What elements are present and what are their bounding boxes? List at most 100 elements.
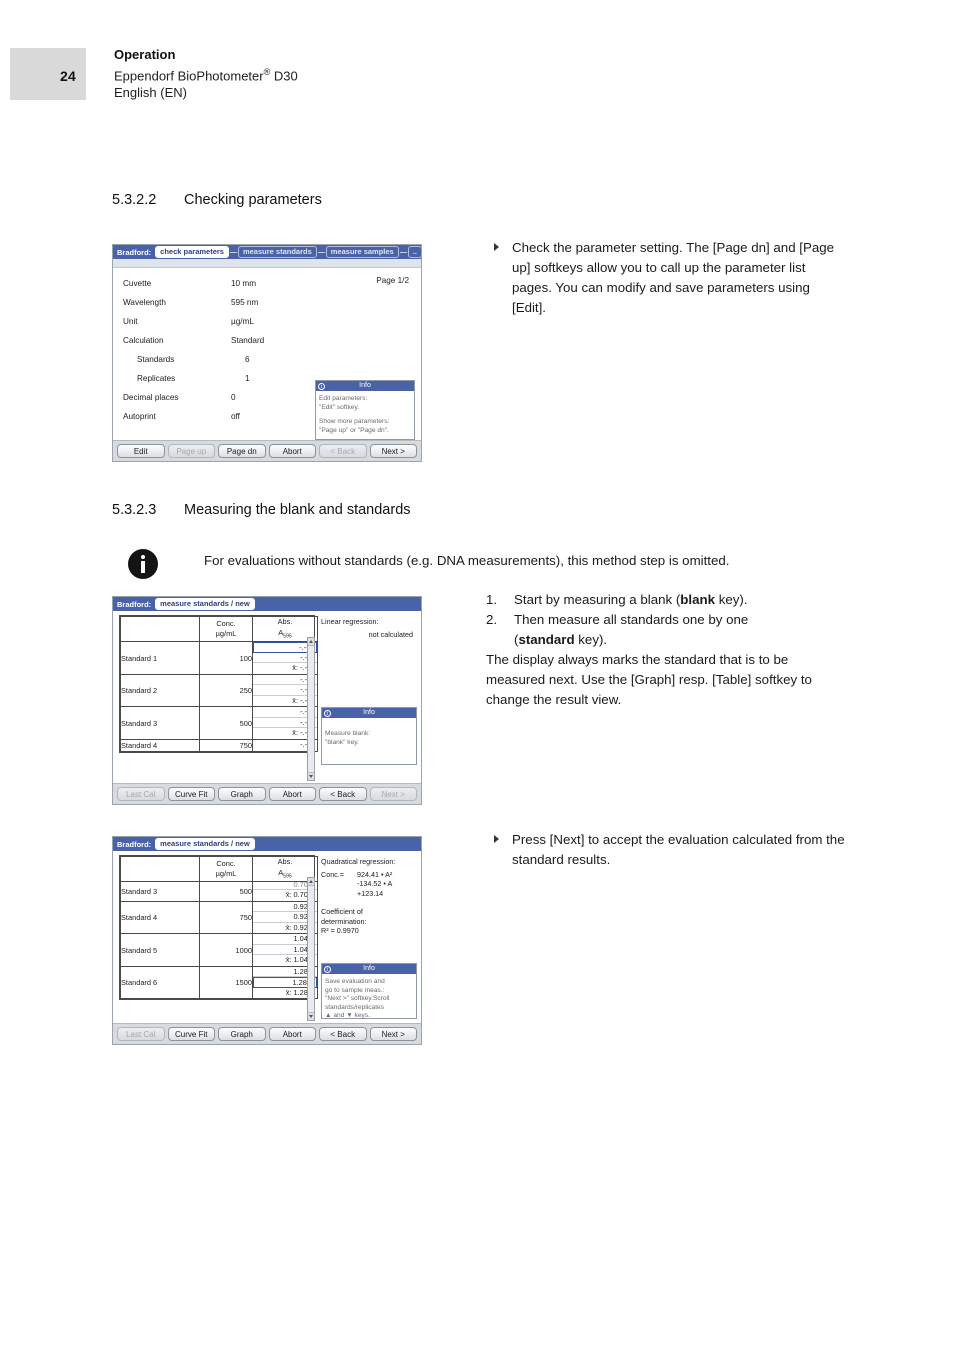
softkey-last-cal[interactable]: Last Cal [117, 1027, 165, 1041]
softkey-abort[interactable]: Abort [268, 787, 316, 801]
figure-measure-standards-empty-screen: Bradford: measure standards / new Conc. … [112, 596, 422, 805]
parameter-list: Page 1/2 Cuvette 10 mm Wavelength 595 nm… [113, 268, 421, 440]
softkey-next[interactable]: Next > [369, 444, 417, 458]
coefficient-value: R² = 0.9970 [321, 926, 359, 935]
header-concentration: Conc. µg/mL [199, 615, 253, 643]
softkey-curve-fit[interactable]: Curve Fit [167, 1027, 215, 1041]
parameter-label: Unit [123, 317, 138, 326]
step-item-2: 2. Then measure all standards one by one… [486, 610, 846, 650]
formula-term-3: +123.14 [357, 888, 384, 898]
breadcrumb-check-parameters[interactable]: check parameters [155, 246, 229, 258]
section-number: 5.3.2.2 [112, 192, 157, 208]
softkey-back[interactable]: < Back [319, 1027, 367, 1041]
formula-term-1: 924.41 • A² [357, 869, 393, 879]
section-heading-measuring-blank-standards: 5.3.2.3 Measuring the blank and standards [112, 502, 411, 518]
softkey-back[interactable]: < Back [319, 444, 367, 458]
softkey-graph[interactable]: Graph [218, 787, 266, 801]
header-abs-line1: Abs. [277, 857, 293, 866]
softkey-bar: Last Cal Curve Fit Graph Abort < Back Ne… [113, 1023, 421, 1044]
softkey-abort[interactable]: Abort [268, 444, 316, 458]
section-title: Checking parameters [184, 192, 322, 208]
breadcrumb-separator [399, 251, 407, 253]
standards-table: Conc. µg/mL Abs. A595 Standard 1 100 -.-… [119, 615, 318, 753]
softkey-graph[interactable]: Graph [218, 1027, 266, 1041]
info-line: Measure blank: "blank" key. [325, 730, 371, 746]
figure-check-parameters-screen: Bradford: check parameters measure stand… [112, 244, 422, 462]
standards-result-screen: Conc. µg/mL Abs. A595 Standard 1 100 -.-… [113, 611, 421, 783]
info-icon: i [324, 965, 331, 973]
softkey-edit[interactable]: Edit [117, 444, 165, 458]
standard-name: Standard 3 [120, 706, 200, 740]
standard-name: Standard 4 [120, 738, 200, 752]
info-popup-body: Measure blank: "blank" key. [322, 718, 416, 751]
softkey-abort[interactable]: Abort [268, 1027, 316, 1041]
breadcrumb-measure-standards-new[interactable]: measure standards / new [155, 598, 255, 610]
parameter-label: Wavelength [123, 298, 166, 307]
softkey-last-cal[interactable]: Last Cal [117, 787, 165, 801]
parameter-label: Replicates [137, 374, 176, 383]
parameter-value: 6 [245, 355, 250, 364]
table-scrollbar[interactable] [307, 637, 315, 781]
scroll-up-arrow-icon[interactable] [308, 638, 314, 646]
header-blank [120, 615, 200, 643]
info-line: Edit parameters: "Edit" softkey. [319, 395, 368, 411]
parameter-value: 595 nm [231, 298, 259, 307]
bullet-item: Check the parameter setting. The [Page d… [490, 238, 846, 318]
abs-wavelength-sub: 595 [283, 632, 292, 639]
formula-spacer [321, 879, 347, 889]
table-scrollbar[interactable] [307, 877, 315, 1021]
document-header-text: Operation Eppendorf BioPhotometer® D30 E… [114, 46, 298, 102]
scroll-up-arrow-icon[interactable] [308, 878, 314, 886]
header-conc-line1: Conc. [216, 618, 236, 628]
step-item-1: 1. Start by measuring a blank (blank key… [486, 590, 846, 610]
scroll-down-arrow-icon[interactable] [308, 1012, 314, 1020]
scroll-down-arrow-icon[interactable] [308, 772, 314, 780]
regression-status: not calculated [368, 629, 413, 639]
info-circle-icon [128, 549, 158, 579]
standard-concentration: 750 [199, 900, 253, 935]
header-product-name-post: D30 [270, 67, 298, 83]
standard-concentration: 1500 [199, 965, 253, 1000]
page-number-box: 24 [10, 48, 86, 100]
header-blank [120, 855, 200, 883]
breadcrumb-measure-standards-new[interactable]: measure standards / new [155, 838, 255, 850]
breadcrumb-measure-samples[interactable]: measure samples [325, 246, 399, 258]
info-popup-body: Save evaluation and go to sample meas.: … [322, 974, 416, 1025]
figure-measure-standards-results-screen: Bradford: measure standards / new Conc. … [112, 836, 422, 1045]
regression-panel: Linear regression: not calculated [321, 615, 417, 639]
breadcrumb-separator [229, 251, 237, 253]
section-heading-checking-parameters: 5.3.2.2 Checking parameters [112, 192, 322, 208]
breadcrumb-more[interactable]: .. [407, 246, 421, 258]
table-row[interactable]: Standard 3 500 0.708 x̄: 0.709 [120, 881, 318, 902]
coefficient-label-line2: determination: [321, 916, 367, 926]
table-row[interactable]: Standard 4 750 0.927 0.929 x̄: 0.928 [120, 900, 318, 935]
softkey-back[interactable]: < Back [319, 787, 367, 801]
table-row[interactable]: Standard 3 500 -.--- -.--- x̄: -.--- [120, 706, 318, 740]
parameter-row: Wavelength 595 nm [123, 293, 411, 312]
softkey-next[interactable]: Next > [369, 1027, 417, 1041]
info-popup-header: i Info [322, 708, 416, 718]
triangle-bullet-icon [494, 243, 499, 251]
parameter-value: Standard [231, 336, 265, 345]
table-row[interactable]: Standard 6 1500 1.288 1.289 x̄: 1.289 [120, 965, 318, 1000]
conc-label: Conc.= [321, 869, 344, 879]
info-popup-title: Info [363, 709, 375, 716]
softkey-next[interactable]: Next > [369, 787, 417, 801]
section-number: 5.3.2.3 [112, 502, 157, 518]
table-row[interactable]: Standard 5 1000 1.047 1.047 x̄: 1.047 [120, 933, 318, 967]
info-popup-title: Info [359, 382, 371, 389]
formula-term-2: -134.52 • A [357, 879, 393, 888]
softkey-page-up[interactable]: Page up [167, 444, 215, 458]
table-row[interactable]: Standard 4 750 -.--- [120, 738, 318, 752]
softkey-page-dn[interactable]: Page dn [218, 444, 266, 458]
step-index: 2. [486, 612, 498, 627]
table-row[interactable]: Standard 2 250 -.--- -.--- x̄: -.--- [120, 673, 318, 708]
standards-result-screen: Conc. µg/mL Abs. A595 Standard 3 500 0.7… [113, 851, 421, 1023]
info-popup-header: i Info [316, 381, 414, 391]
table-header-row: Conc. µg/mL Abs. A595 [120, 855, 318, 883]
standard-concentration: 250 [199, 673, 253, 708]
info-popup: i Info Measure blank: "blank" key. [321, 707, 417, 765]
table-row[interactable]: Standard 1 100 -.--- -.--- x̄: -.--- [120, 641, 318, 675]
breadcrumb-measure-standards[interactable]: measure standards [237, 246, 317, 258]
softkey-curve-fit[interactable]: Curve Fit [167, 787, 215, 801]
